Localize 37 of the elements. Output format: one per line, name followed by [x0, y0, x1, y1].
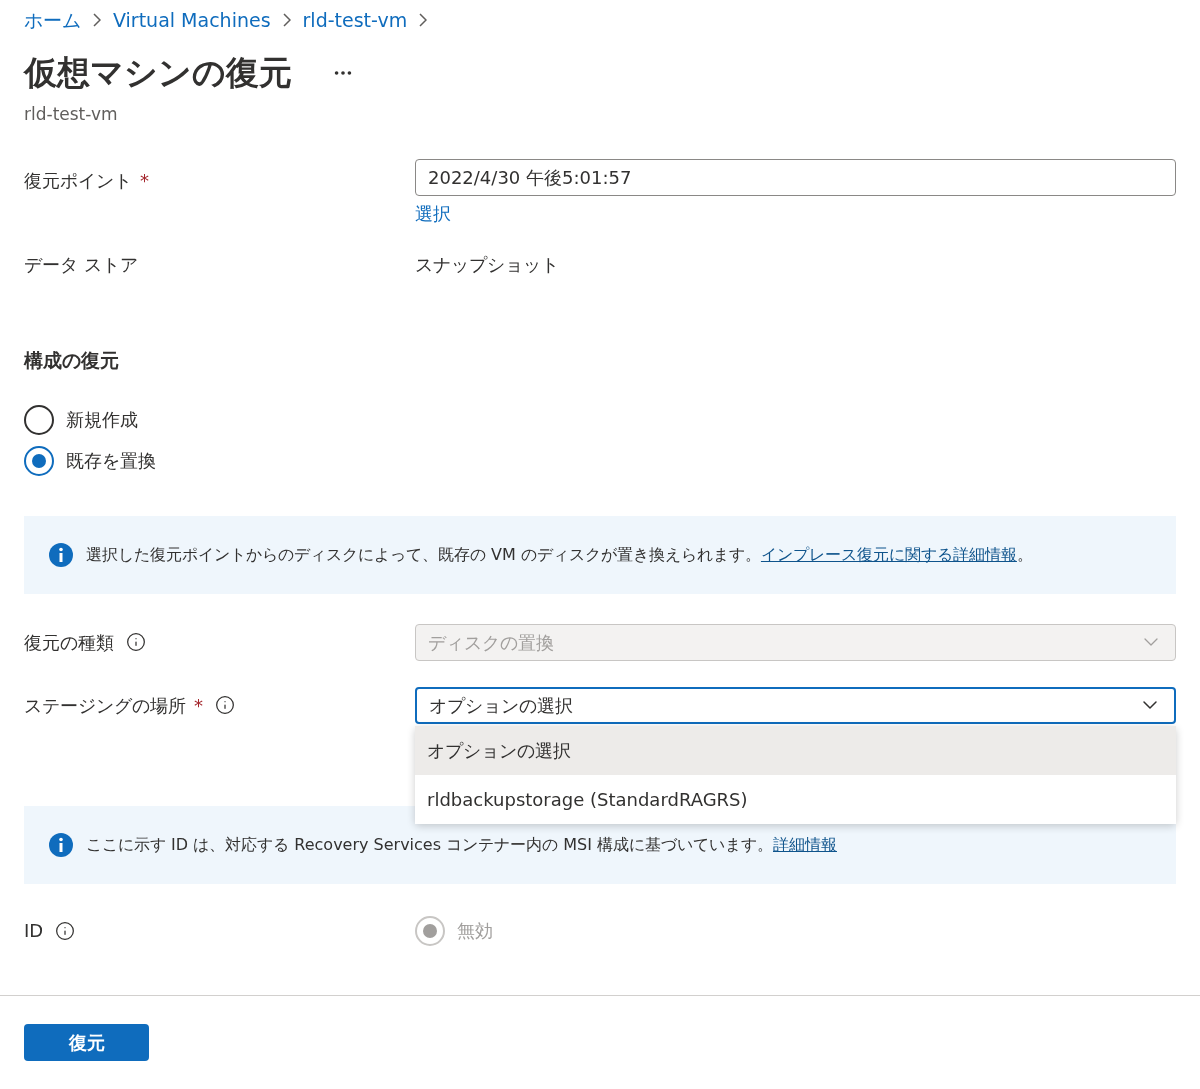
- staging-dropdown[interactable]: オプションの選択: [415, 686, 1176, 724]
- select-link[interactable]: 選択: [415, 200, 451, 227]
- radio-label: 既存を置換: [66, 449, 156, 473]
- breadcrumb-link[interactable]: ホーム: [24, 5, 81, 35]
- info-message: 選択した復元ポイントからのディスクによって、既存の VM のディスクが置き換えられます。インプレース復元に関する詳細情報。: [86, 543, 1033, 566]
- required-mark: *: [194, 693, 203, 718]
- field-label: ID: [24, 919, 44, 943]
- field-label: 復元ポイント: [24, 169, 132, 193]
- radio-button[interactable]: [24, 404, 54, 435]
- info-icon[interactable]: [55, 920, 76, 941]
- info-icon[interactable]: [126, 632, 146, 652]
- breadcrumb-link[interactable]: rld-test-vm: [302, 5, 408, 35]
- info-icon: [48, 831, 74, 858]
- field-label: ステージングの場所: [24, 693, 186, 718]
- page-subtitle: rld-test-vm: [24, 102, 119, 126]
- section-heading: 構成の復元: [24, 348, 120, 373]
- dropdown-option[interactable]: rldbackupstorage (StandardRAGRS): [415, 774, 1176, 824]
- restore-point-field[interactable]: 2022/4/30 午後5:01:57: [415, 159, 1176, 196]
- chevron-right-icon: [282, 13, 291, 27]
- chevron-right-icon: [93, 13, 101, 27]
- restore-button[interactable]: 復元: [24, 1024, 149, 1061]
- learn-more-link[interactable]: インプレース復元に関する詳細情報: [760, 544, 1017, 564]
- learn-more-link[interactable]: 詳細情報: [773, 834, 837, 854]
- field-label: 復元の種類: [24, 630, 114, 655]
- info-icon: [48, 541, 74, 568]
- dropdown-option[interactable]: オプションの選択: [415, 725, 1176, 775]
- radio-button[interactable]: [24, 445, 54, 476]
- breadcrumb-link[interactable]: Virtual Machines: [113, 5, 271, 35]
- info-icon[interactable]: [215, 695, 235, 715]
- page-title: 仮想マシンの復元: [24, 52, 292, 94]
- radio-label: 新規作成: [66, 408, 138, 432]
- data-store-value: スナップショット: [415, 253, 559, 277]
- radio-label: 無効: [457, 919, 493, 943]
- info-message: ここに示す ID は、対応する Recovery Services コンテナー内の MSI 構成に基づいています。詳細情報: [86, 833, 837, 856]
- field-label: データ ストア: [24, 253, 138, 277]
- required-mark: *: [140, 169, 149, 193]
- chevron-right-icon: [419, 13, 428, 27]
